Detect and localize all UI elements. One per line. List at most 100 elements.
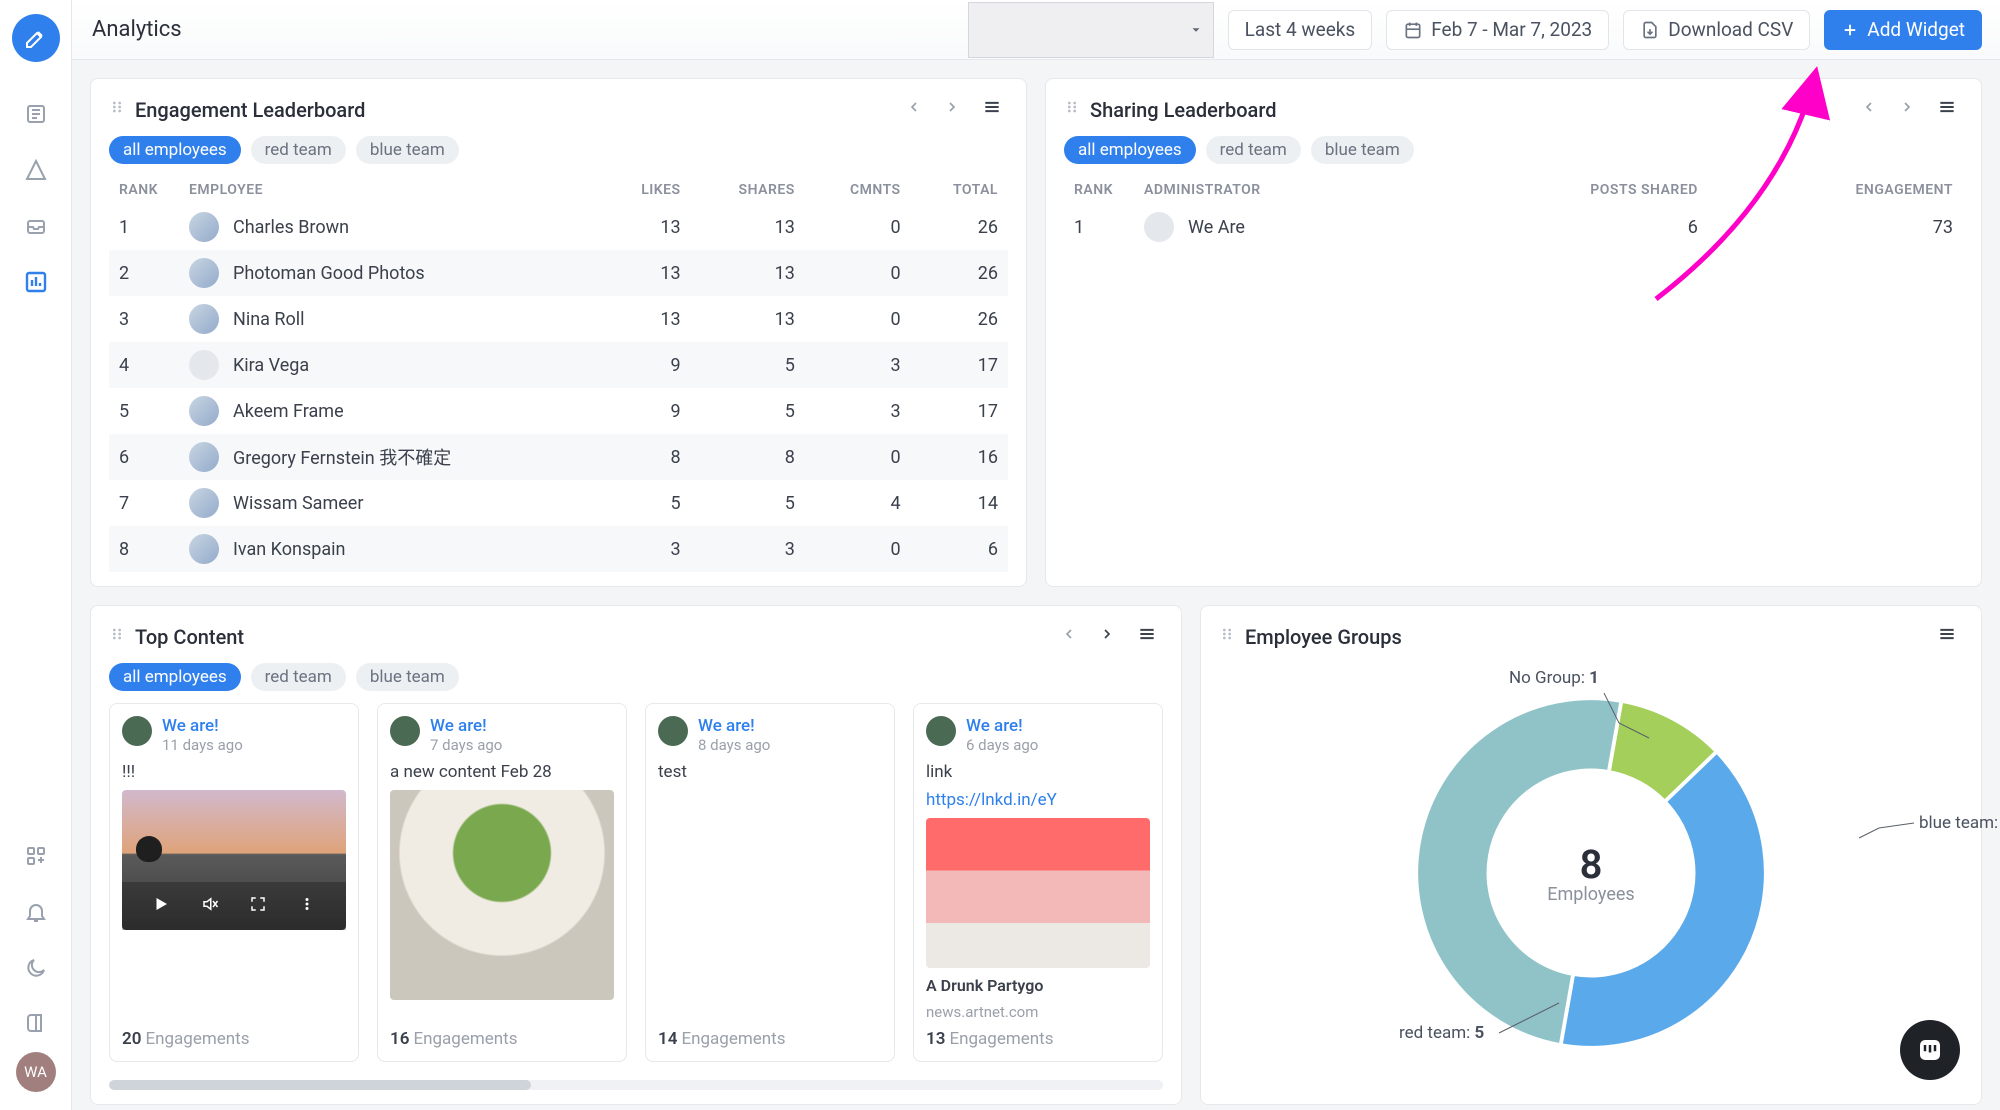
chevron-right-icon — [944, 99, 960, 115]
menu-icon — [1937, 97, 1957, 117]
cell-rank: 1 — [1064, 204, 1134, 250]
grip-icon[interactable] — [109, 99, 125, 120]
cell-total: 14 — [911, 480, 1008, 526]
sidebar-item-feed[interactable] — [14, 92, 58, 136]
col-engagement: ENGAGEMENT — [1708, 176, 1963, 204]
cell-rank: 4 — [109, 342, 179, 388]
prev-button[interactable] — [1855, 95, 1883, 124]
cell-rank: 3 — [109, 296, 179, 342]
user-avatar[interactable]: WA — [16, 1052, 56, 1092]
content-body: a new content Feb 28 — [390, 762, 614, 782]
card-menu[interactable] — [1931, 93, 1963, 126]
card-menu[interactable] — [976, 93, 1008, 126]
table-row[interactable]: 7 Wissam Sameer 5 5 4 14 — [109, 480, 1008, 526]
cell-shares: 5 — [691, 388, 805, 434]
chip-blue[interactable]: blue team — [1311, 136, 1414, 164]
chip-all[interactable]: all employees — [109, 136, 241, 164]
cell-likes: 13 — [602, 250, 691, 296]
table-row[interactable]: 6 Gregory Fernstein 我不確定 8 8 0 16 — [109, 434, 1008, 480]
table-row[interactable]: 8 Ivan Konspain 3 3 0 6 — [109, 526, 1008, 572]
chip-red[interactable]: red team — [251, 663, 346, 691]
content-engagement: 20Engagements — [122, 1029, 346, 1049]
card-menu[interactable] — [1931, 620, 1963, 653]
fullscreen-icon[interactable] — [249, 895, 267, 918]
sidebar-item-analytics[interactable] — [14, 260, 58, 304]
more-icon[interactable] — [298, 895, 316, 918]
apps-icon — [24, 844, 48, 868]
cell-cmnts: 0 — [805, 526, 911, 572]
chip-blue[interactable]: blue team — [356, 663, 459, 691]
chip-blue[interactable]: blue team — [356, 136, 459, 164]
chip-all[interactable]: all employees — [109, 663, 241, 691]
cell-rank: 8 — [109, 526, 179, 572]
cell-posts: 6 — [1431, 204, 1708, 250]
intercom-launcher[interactable] — [1900, 1020, 1960, 1080]
cell-likes: 13 — [602, 296, 691, 342]
table-row[interactable]: 4 Kira Vega 9 5 3 17 — [109, 342, 1008, 388]
date-range-picker[interactable]: Feb 7 - Mar 7, 2023 — [1386, 10, 1609, 50]
prev-button[interactable] — [900, 95, 928, 124]
content-card[interactable]: We are! 8 days ago test 14Engagements — [645, 703, 895, 1062]
next-button[interactable] — [1093, 622, 1121, 651]
table-row[interactable]: 1 Charles Brown 13 13 0 26 — [109, 204, 1008, 250]
table-row[interactable]: 2 Photoman Good Photos 13 13 0 26 — [109, 250, 1008, 296]
grip-icon[interactable] — [109, 626, 125, 647]
cell-employee: Wissam Sameer — [179, 480, 602, 526]
content-card[interactable]: We are! 6 days ago link https://lnkd.in/… — [913, 703, 1163, 1062]
employee-name: Kira Vega — [233, 355, 309, 376]
table-row[interactable]: 3 Nina Roll 13 13 0 26 — [109, 296, 1008, 342]
content-engagement: 14Engagements — [658, 1029, 882, 1049]
view-dropdown[interactable] — [968, 2, 1214, 58]
cell-employee: Kira Vega — [179, 342, 602, 388]
cell-likes: 9 — [602, 388, 691, 434]
content-card[interactable]: We are! 7 days ago a new content Feb 28 … — [377, 703, 627, 1062]
employee-groups-card: Employee Groups 8 Employees No — [1200, 605, 1982, 1105]
range-preset[interactable]: Last 4 weeks — [1228, 10, 1373, 50]
chip-red[interactable]: red team — [1206, 136, 1301, 164]
content-engagement: 16Engagements — [390, 1029, 614, 1049]
employee-name: Photoman Good Photos — [233, 263, 425, 284]
compose-icon — [24, 26, 48, 50]
cell-employee: Gregory Fernstein 我不確定 — [179, 434, 602, 480]
next-button[interactable] — [1893, 95, 1921, 124]
employee-name: Nina Roll — [233, 309, 305, 330]
top-content-title: Top Content — [135, 625, 244, 649]
compose-button[interactable] — [12, 14, 60, 62]
sharing-title: Sharing Leaderboard — [1090, 98, 1276, 122]
table-row[interactable]: 1 We Are 6 73 — [1064, 204, 1963, 250]
mute-icon[interactable] — [201, 895, 219, 918]
cell-likes: 8 — [602, 434, 691, 480]
sidebar-item-inbox[interactable] — [14, 204, 58, 248]
sidebar-item-apps[interactable] — [14, 834, 58, 878]
play-icon[interactable] — [152, 895, 170, 918]
range-preset-label: Last 4 weeks — [1245, 18, 1356, 41]
content-card[interactable]: We are! 11 days ago !!! 20Engagements — [109, 703, 359, 1062]
sidebar-item-library[interactable] — [14, 1002, 58, 1046]
page-title: Analytics — [92, 17, 182, 42]
content-link[interactable]: https://lnkd.in/eY — [926, 790, 1150, 810]
next-button[interactable] — [938, 95, 966, 124]
content-media — [122, 790, 346, 930]
add-widget-button[interactable]: Add Widget — [1824, 10, 1982, 50]
sidebar-item-publish[interactable] — [14, 148, 58, 192]
content-author: We are! — [430, 716, 502, 736]
grip-icon[interactable] — [1064, 99, 1080, 120]
chip-all[interactable]: all employees — [1064, 136, 1196, 164]
prev-button[interactable] — [1055, 622, 1083, 651]
inbox-icon — [24, 214, 48, 238]
cell-employee: Nina Roll — [179, 296, 602, 342]
col-rank: RANK — [109, 176, 179, 204]
download-csv-button[interactable]: Download CSV — [1623, 10, 1810, 50]
card-menu[interactable] — [1131, 620, 1163, 653]
plus-icon — [1841, 21, 1859, 39]
content-date: 6 days ago — [966, 736, 1038, 754]
send-icon — [24, 158, 48, 182]
sidebar-item-dark-mode[interactable] — [14, 946, 58, 990]
chip-red[interactable]: red team — [251, 136, 346, 164]
avatar — [658, 716, 688, 746]
horizontal-scrollbar[interactable] — [109, 1080, 1163, 1090]
sidebar-item-notifications[interactable] — [14, 890, 58, 934]
table-row[interactable]: 5 Akeem Frame 9 5 3 17 — [109, 388, 1008, 434]
grip-icon[interactable] — [1219, 626, 1235, 647]
chevron-left-icon — [1061, 626, 1077, 642]
